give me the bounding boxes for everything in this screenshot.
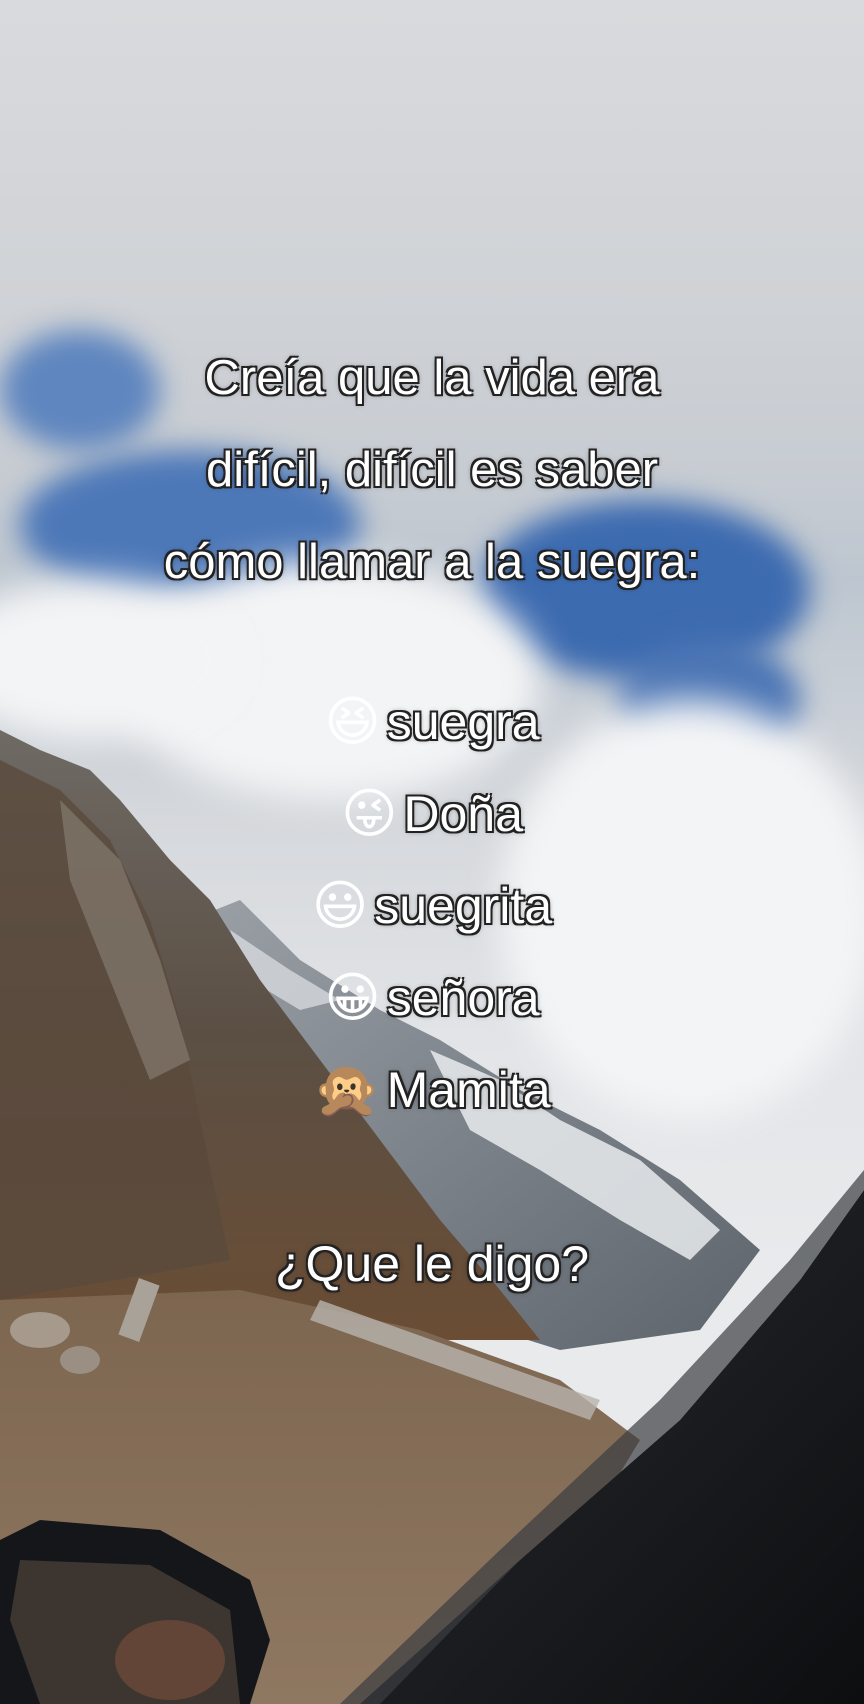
option-item: 😃 suegrita xyxy=(0,860,864,952)
speak-no-evil-monkey-icon: 🙊 xyxy=(313,1058,381,1121)
question-text: ¿Que le digo? xyxy=(274,1236,590,1292)
option-item: 😜 Doña xyxy=(0,768,864,860)
laughing-face-icon: 😆 xyxy=(324,690,381,753)
option-item: 😀 señora xyxy=(0,952,864,1044)
caption-line: cómo llamar a la suegra: xyxy=(163,535,701,589)
video-frame: Creía que la vida era difícil, difícil e… xyxy=(0,0,864,1704)
caption-title: Creía que la vida era difícil, difícil e… xyxy=(0,332,864,608)
caption-line: difícil, difícil es saber xyxy=(205,443,659,497)
option-item: 🙊 Mamita xyxy=(0,1044,864,1136)
option-label: suegra xyxy=(386,694,540,750)
option-label: señora xyxy=(386,970,540,1026)
option-label: Mamita xyxy=(386,1062,551,1118)
smiling-face-big-eyes-icon: 😃 xyxy=(311,874,369,937)
caption-line: Creía que la vida era xyxy=(204,351,660,405)
options-list: 😆 suegra 😜 Doña 😃 suegrita 😀 señora 🙊 Ma… xyxy=(0,676,864,1136)
winking-tongue-face-icon: 😜 xyxy=(341,782,398,845)
option-label: suegrita xyxy=(374,878,553,934)
grinning-face-icon: 😀 xyxy=(324,966,381,1029)
option-label: Doña xyxy=(403,786,523,842)
option-item: 😆 suegra xyxy=(0,676,864,768)
